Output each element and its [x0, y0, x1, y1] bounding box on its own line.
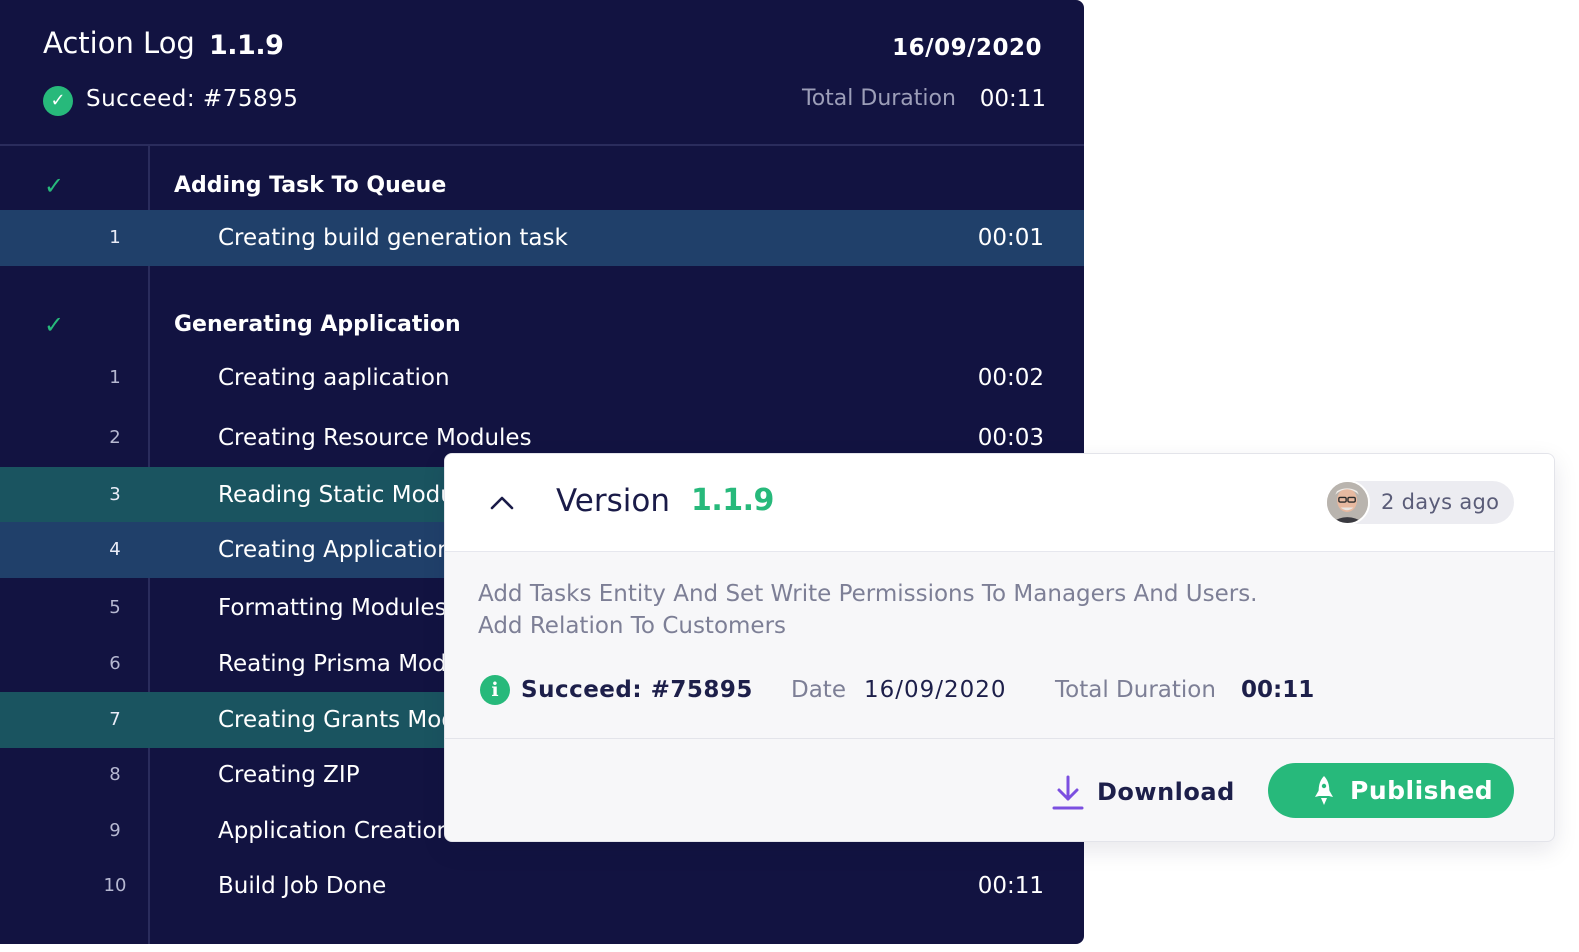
date-label: Date	[791, 677, 846, 703]
avatar[interactable]	[1325, 480, 1370, 525]
info-icon: i	[480, 675, 510, 705]
total-duration-label: Total Duration	[1055, 677, 1216, 703]
version-description: Add Tasks Entity And Set Write Permissio…	[478, 578, 1478, 642]
step-number: 8	[109, 764, 121, 785]
download-button[interactable]: Download	[1051, 767, 1234, 817]
step-label: Application Creation	[218, 818, 452, 844]
step-label: Formatting Modules	[218, 595, 447, 621]
action-log-date: 16/09/2020	[892, 35, 1042, 61]
version-card-header[interactable]: Version 1.1.9 2 days ago	[445, 454, 1554, 552]
version-number: 1.1.9	[691, 483, 774, 518]
step-number: 10	[103, 875, 127, 896]
step-number: 6	[109, 653, 121, 674]
log-section-generating-application[interactable]: ✓ Generating Application	[0, 300, 1084, 350]
card-divider	[445, 738, 1554, 739]
step-time: 00:01	[977, 225, 1044, 251]
step-label: Creating aaplication	[218, 365, 450, 391]
step-number: 2	[109, 427, 121, 448]
download-icon	[1052, 775, 1084, 810]
log-step-row[interactable]: 1 Creating aaplication 00:02	[0, 350, 1084, 406]
description-line: Add Relation To Customers	[478, 613, 787, 639]
action-log-status: Succeed: #75895	[86, 86, 299, 112]
version-card: Version 1.1.9 2 days ago Add Tasks Entit…	[444, 453, 1555, 842]
check-circle-icon: ✓	[43, 86, 73, 116]
log-step-row[interactable]: 10 Build Job Done 00:11	[0, 858, 1084, 914]
step-number: 4	[109, 539, 121, 560]
download-label: Download	[1097, 778, 1235, 806]
check-icon: ✓	[44, 311, 65, 339]
log-step-row[interactable]: 1 Creating build generation task 00:01	[0, 210, 1084, 266]
step-number: 5	[109, 597, 121, 618]
section-title: Generating Application	[174, 312, 461, 337]
version-label: Version	[556, 483, 670, 519]
version-meta: i Succeed: #75895 Date 16/09/2020 Total …	[445, 670, 1554, 710]
step-label: Creating Application	[218, 537, 452, 563]
check-icon: ✓	[44, 172, 65, 200]
total-duration-label: Total Duration	[802, 86, 956, 111]
section-title: Adding Task To Queue	[174, 173, 447, 198]
date-value: 16/09/2020	[864, 677, 1007, 703]
build-status: Succeed: #75895	[521, 677, 753, 703]
step-number: 7	[109, 709, 121, 730]
action-log-title: Action Log	[43, 26, 195, 60]
step-label: Build Job Done	[218, 873, 387, 899]
total-duration-value: 00:11	[1241, 677, 1315, 703]
step-label: Creating ZIP	[218, 762, 360, 788]
step-number: 3	[109, 484, 121, 505]
chevron-up-icon[interactable]	[489, 490, 515, 516]
step-time: 00:11	[977, 873, 1044, 899]
total-duration-value: 00:11	[979, 86, 1046, 112]
step-time: 00:02	[977, 365, 1044, 391]
time-ago: 2 days ago	[1381, 490, 1500, 514]
log-section-adding-task[interactable]: ✓ Adding Task To Queue	[0, 161, 1084, 211]
action-log-header: Action Log 1.1.9 16/09/2020 ✓ Succeed: #…	[0, 0, 1084, 146]
step-label: Creating build generation task	[218, 225, 568, 251]
published-label: Published	[1350, 776, 1494, 805]
step-number: 1	[109, 227, 121, 248]
published-button[interactable]: Published	[1268, 763, 1514, 818]
rocket-icon	[1315, 776, 1333, 805]
description-line: Add Tasks Entity And Set Write Permissio…	[478, 581, 1258, 607]
step-number: 1	[109, 367, 121, 388]
action-log-version: 1.1.9	[209, 30, 284, 61]
step-number: 9	[109, 820, 121, 841]
